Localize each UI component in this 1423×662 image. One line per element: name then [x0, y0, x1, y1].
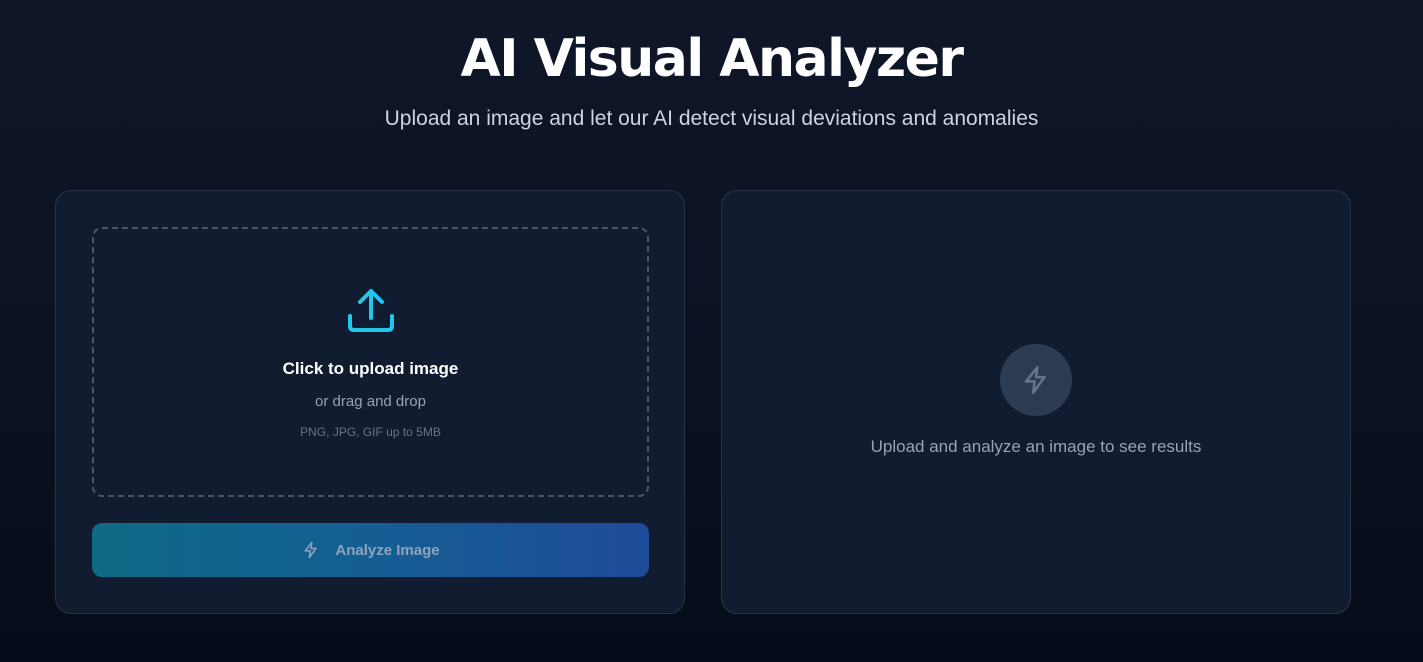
- upload-dropzone[interactable]: Click to upload image or drag and drop P…: [92, 227, 649, 497]
- analyze-button-label: Analyze Image: [335, 541, 440, 559]
- upload-subtitle: or drag and drop: [315, 393, 426, 410]
- page-subtitle: Upload an image and let our AI detect vi…: [384, 107, 1039, 130]
- upload-title: Click to upload image: [282, 359, 459, 378]
- upload-icon: [348, 289, 394, 332]
- page-title: AI Visual Analyzer: [460, 29, 964, 89]
- upload-file-hint: PNG, JPG, GIF up to 5MB: [300, 425, 441, 439]
- results-placeholder-text: Upload and analyze an image to see resul…: [870, 437, 1202, 456]
- results-panel: Upload and analyze an image to see resul…: [721, 190, 1351, 614]
- lightning-icon: [304, 541, 318, 559]
- lightning-icon: [1024, 365, 1046, 395]
- results-icon-badge: [1000, 344, 1072, 416]
- analyze-image-button[interactable]: Analyze Image: [92, 523, 649, 577]
- upload-panel: Click to upload image or drag and drop P…: [55, 190, 685, 614]
